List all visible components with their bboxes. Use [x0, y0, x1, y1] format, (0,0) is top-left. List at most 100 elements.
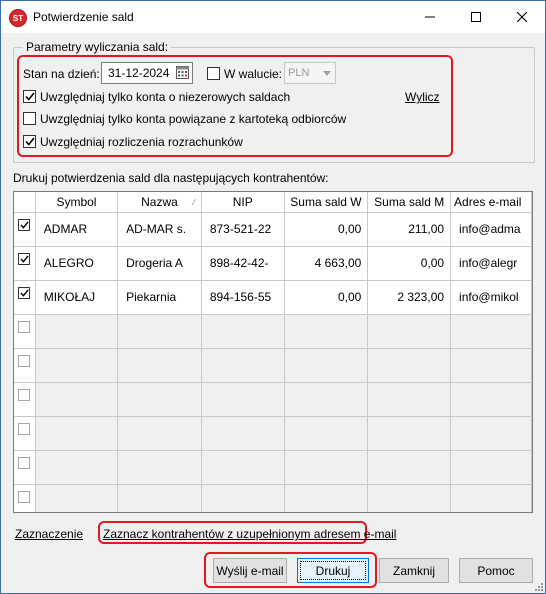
currency-label: W walucie:: [224, 67, 283, 81]
empty-cell: [367, 450, 452, 485]
cell-email[interactable]: info@alegr: [450, 246, 532, 281]
column-header-select[interactable]: [14, 192, 36, 213]
maximize-button[interactable]: [453, 1, 499, 33]
column-header-nip[interactable]: NIP: [201, 192, 285, 213]
currency-value: PLN: [288, 67, 310, 79]
print-button-label: Drukuj: [315, 563, 351, 578]
cell-suma-m[interactable]: 2 323,00: [367, 280, 452, 315]
close-button[interactable]: [499, 1, 545, 33]
empty-cell: [450, 314, 532, 349]
print-button[interactable]: Drukuj: [297, 558, 369, 583]
row-select-cell[interactable]: [14, 212, 36, 247]
empty-cell: [284, 314, 369, 349]
calculate-link[interactable]: Wylicz: [405, 90, 440, 104]
empty-cell: [201, 484, 285, 512]
empty-cell: [450, 416, 532, 451]
cell-nazwa[interactable]: AD-MAR s.: [117, 212, 202, 247]
empty-row[interactable]: [14, 348, 532, 383]
empty-cell: [201, 348, 285, 383]
column-header-nazwa-label: Nazwa: [141, 194, 178, 209]
row-select-cell[interactable]: [14, 314, 36, 349]
row-checkbox[interactable]: [18, 490, 30, 503]
cell-symbol[interactable]: ADMAR: [35, 212, 119, 247]
cell-email[interactable]: info@adma: [450, 212, 532, 247]
empty-cell: [450, 450, 532, 485]
row-checkbox[interactable]: [18, 456, 30, 469]
table-row[interactable]: ALEGRO Drogeria A 898-42-42- 4 663,00 0,…: [14, 246, 532, 281]
cell-suma-w[interactable]: 4 663,00: [284, 246, 369, 281]
currency-checkbox[interactable]: [207, 67, 220, 80]
empty-cell: [367, 484, 452, 512]
cell-email[interactable]: info@mikol: [450, 280, 532, 315]
empty-cell: [117, 314, 202, 349]
empty-row[interactable]: [14, 450, 532, 485]
table-row[interactable]: ADMAR AD-MAR s. 873-521-22 0,00 211,00 i…: [14, 212, 532, 247]
contractors-table: Symbol Nazwa ⁄ NIP Suma sald W Suma sald …: [14, 192, 532, 512]
selection-link[interactable]: Zaznaczenie: [15, 527, 83, 541]
empty-cell: [35, 348, 119, 383]
grid-caption: Drukuj potwierdzenia sald dla następując…: [13, 171, 329, 185]
settlements-checkbox[interactable]: [23, 135, 36, 148]
cell-nip[interactable]: 894-156-55: [201, 280, 285, 315]
row-checkbox[interactable]: [18, 252, 30, 265]
column-header-suma-w[interactable]: Suma sald W: [284, 192, 369, 213]
cell-suma-m[interactable]: 211,00: [367, 212, 452, 247]
column-header-email[interactable]: Adres e-mail: [450, 192, 532, 213]
cell-nazwa[interactable]: Piekarnia: [117, 280, 202, 315]
column-header-suma-m[interactable]: Suma sald M: [367, 192, 452, 213]
checkmark-icon: [24, 92, 35, 101]
row-checkbox[interactable]: [18, 422, 30, 435]
resize-grip-icon[interactable]: [533, 581, 543, 591]
date-field[interactable]: 31-12-2024: [101, 62, 193, 84]
nonzero-accounts-checkbox[interactable]: [23, 90, 36, 103]
row-checkbox[interactable]: [18, 286, 30, 299]
title-bar[interactable]: ST Potwierdzenie sald: [1, 1, 545, 33]
row-select-cell[interactable]: [14, 280, 36, 315]
row-checkbox[interactable]: [18, 388, 30, 401]
nonzero-accounts-label: Uwzględniaj tylko konta o niezerowych sa…: [40, 90, 291, 104]
row-checkbox[interactable]: [18, 320, 30, 333]
empty-row[interactable]: [14, 314, 532, 349]
empty-cell: [117, 484, 202, 512]
cell-nazwa[interactable]: Drogeria A: [117, 246, 202, 281]
cell-suma-w[interactable]: 0,00: [284, 212, 369, 247]
close-dialog-button[interactable]: Zamknij: [379, 558, 449, 583]
row-select-cell[interactable]: [14, 484, 36, 512]
row-select-cell[interactable]: [14, 416, 36, 451]
table-header: Symbol Nazwa ⁄ NIP Suma sald W Suma sald …: [14, 192, 532, 213]
params-group-title: Parametry wyliczania sald:: [23, 40, 172, 54]
empty-cell: [450, 484, 532, 512]
cell-nip[interactable]: 873-521-22: [201, 212, 285, 247]
row-select-cell[interactable]: [14, 348, 36, 383]
empty-row[interactable]: [14, 416, 532, 451]
cell-nip[interactable]: 898-42-42-: [201, 246, 285, 281]
calendar-icon[interactable]: [176, 66, 189, 79]
mark-email-link[interactable]: Zaznacz kontrahentów z uzupełnionym adre…: [103, 527, 396, 541]
empty-cell: [367, 382, 452, 417]
empty-row[interactable]: [14, 382, 532, 417]
minimize-button[interactable]: [407, 1, 453, 33]
column-header-symbol[interactable]: Symbol: [35, 192, 119, 213]
cell-symbol[interactable]: MIKOŁAJ: [35, 280, 119, 315]
help-button[interactable]: Pomoc: [459, 558, 533, 583]
linked-accounts-checkbox[interactable]: [23, 112, 36, 125]
row-select-cell[interactable]: [14, 382, 36, 417]
cell-suma-m[interactable]: 0,00: [367, 246, 452, 281]
currency-select[interactable]: PLN: [284, 62, 336, 84]
empty-row[interactable]: [14, 484, 532, 512]
row-select-cell[interactable]: [14, 246, 36, 281]
empty-cell: [284, 484, 369, 512]
cell-symbol[interactable]: ALEGRO: [35, 246, 119, 281]
row-checkbox[interactable]: [18, 354, 30, 367]
empty-cell: [117, 416, 202, 451]
row-checkbox[interactable]: [18, 218, 30, 231]
row-select-cell[interactable]: [14, 450, 36, 485]
table-row[interactable]: MIKOŁAJ Piekarnia 894-156-55 0,00 2 323,…: [14, 280, 532, 315]
send-email-button[interactable]: Wyślij e-mail: [213, 558, 287, 583]
empty-cell: [35, 450, 119, 485]
window-title: Potwierdzenie sald: [33, 10, 134, 24]
contractors-grid[interactable]: Symbol Nazwa ⁄ NIP Suma sald W Suma sald …: [13, 191, 533, 513]
empty-cell: [284, 348, 369, 383]
cell-suma-w[interactable]: 0,00: [284, 280, 369, 315]
column-header-nazwa[interactable]: Nazwa ⁄: [117, 192, 202, 213]
